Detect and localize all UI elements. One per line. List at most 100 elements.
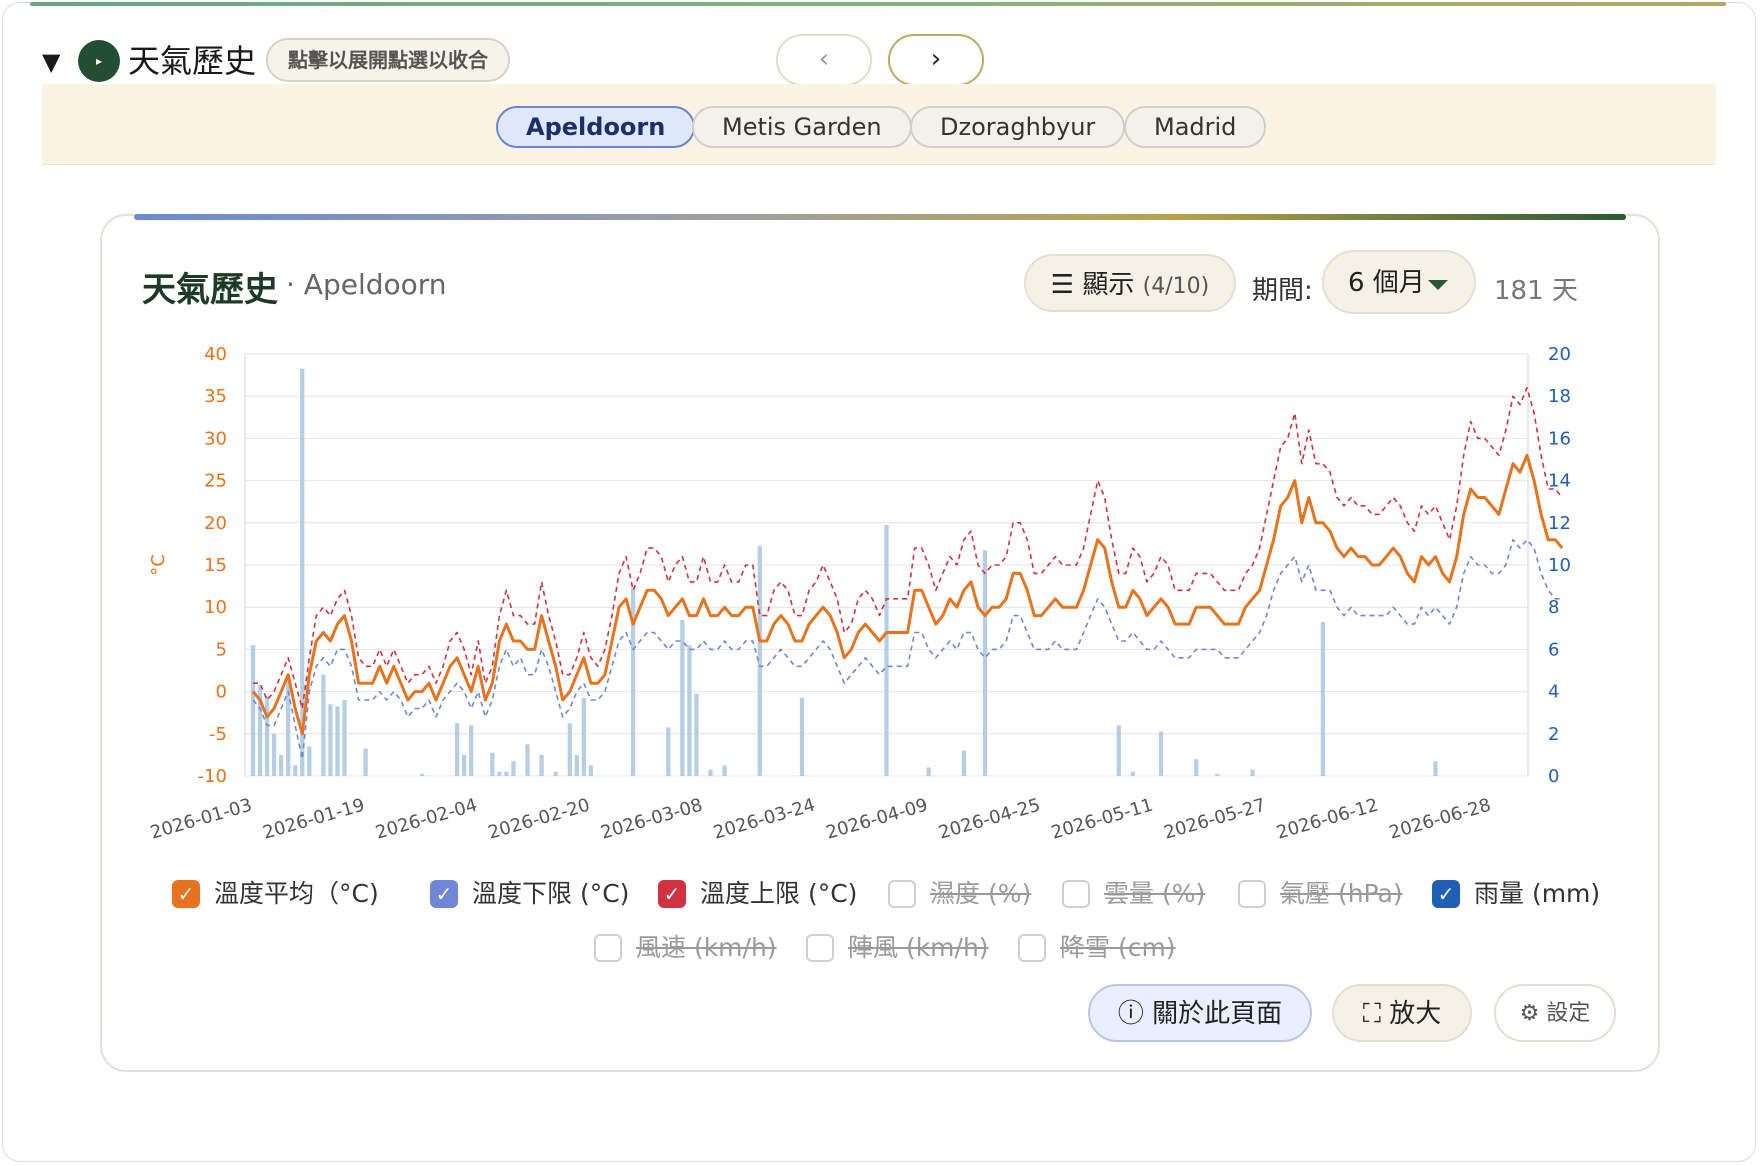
x-tick-label: 2026-05-27 (1162, 795, 1268, 844)
x-tick-label: 2026-04-25 (936, 795, 1042, 844)
rain-bar (982, 550, 988, 776)
legend-row-2: 風速 (km/h) 陣風 (km/h) 降雪 (cm) (594, 928, 1294, 968)
checkbox-temp-max[interactable]: ✓ (658, 880, 686, 908)
left-tick-label: 20 (204, 513, 227, 534)
rain-bar (1194, 759, 1199, 776)
checkbox-wind[interactable] (594, 934, 622, 962)
x-tick-label: 2026-05-11 (1049, 795, 1155, 844)
period-select[interactable]: 6 個月 (1322, 250, 1476, 314)
left-tick-label: 30 (204, 428, 227, 449)
rain-bar (926, 767, 931, 776)
collapse-caret-icon[interactable]: ▼ (42, 48, 60, 76)
rain-bar (279, 754, 284, 776)
x-tick-label: 2026-04-09 (824, 795, 930, 844)
section-header[interactable]: ▼ ▸ 天氣歷史 點擊以展開點選以收合 ‹ › (42, 34, 1722, 90)
rain-bar (553, 771, 558, 776)
rain-bar (490, 752, 495, 776)
period-value: 6 個月 (1348, 268, 1425, 298)
location-tab-madrid[interactable]: Madrid (1124, 106, 1267, 148)
rain-bar (497, 771, 502, 776)
rain-bar (687, 645, 692, 776)
top-accent-strip (30, 2, 1726, 6)
left-axis-title: °C (148, 554, 169, 576)
right-tick-label: 18 (1548, 386, 1570, 407)
rain-bar (363, 748, 368, 776)
prev-button[interactable]: ‹ (776, 34, 872, 86)
left-tick-label: 35 (204, 386, 227, 407)
left-tick-label: 15 (204, 555, 227, 576)
series-line (253, 387, 1563, 710)
legend-label: 陣風 (km/h) (848, 933, 989, 962)
rain-bar (335, 706, 340, 776)
checkbox-temp-min[interactable]: ✓ (430, 880, 458, 908)
rain-bar (1433, 761, 1438, 776)
rain-bar (1158, 731, 1164, 776)
right-tick-label: 6 (1548, 639, 1559, 660)
right-tick-label: 4 (1548, 682, 1559, 703)
checkbox-gust[interactable] (806, 934, 834, 962)
rain-bar (666, 727, 671, 776)
location-tab-bar: Apeldoorn Metis Garden Dzoraghbyur Madri… (42, 84, 1716, 165)
rain-bar (1250, 769, 1255, 776)
rain-bar (567, 723, 572, 776)
rain-bar (419, 773, 425, 776)
checkbox-humidity[interactable] (888, 880, 916, 908)
right-tick-label: 8 (1548, 597, 1559, 618)
legend-label: 降雪 (cm) (1060, 933, 1176, 962)
left-tick-label: 5 (216, 639, 227, 660)
rain-bar (293, 765, 298, 776)
about-page-button[interactable]: ⓘ 關於此頁面 (1088, 984, 1312, 1042)
rain-bar (1320, 621, 1326, 776)
right-tick-label: 10 (1548, 555, 1570, 576)
expand-button[interactable]: ⛶ 放大 (1332, 984, 1472, 1042)
x-tick-label: 2026-02-04 (373, 795, 479, 844)
collapse-hint-pill[interactable]: 點擊以展開點選以收合 (266, 38, 510, 82)
info-icon: ⓘ (1117, 999, 1153, 1029)
x-tick-label: 2026-03-24 (711, 795, 817, 844)
card-title: 天氣歷史 (142, 270, 278, 310)
rain-bar (1116, 725, 1121, 776)
left-tick-label: -10 (198, 766, 227, 787)
left-tick-label: 10 (204, 597, 227, 618)
right-tick-label: 0 (1548, 766, 1559, 787)
checkbox-cloud[interactable] (1062, 880, 1090, 908)
settings-button[interactable]: ⚙ 設定 (1494, 984, 1616, 1042)
location-tab-apeldoorn[interactable]: Apeldoorn (496, 106, 696, 148)
rain-bar (307, 746, 312, 776)
checkbox-pressure[interactable] (1238, 880, 1266, 908)
checkbox-snow[interactable] (1018, 934, 1046, 962)
dropdown-arrow-icon (1428, 280, 1448, 290)
checkbox-temp-avg[interactable]: ✓ (172, 880, 200, 908)
checkbox-rain[interactable]: ✓ (1432, 880, 1460, 908)
legend-label: 溫度上限 (°C) (700, 879, 858, 908)
rain-bar (708, 769, 713, 776)
card-accent-strip (134, 214, 1626, 220)
x-tick-label: 2026-06-12 (1274, 795, 1380, 844)
rain-bar (469, 725, 474, 776)
location-tab-dzoraghbyur[interactable]: Dzoraghbyur (910, 106, 1126, 148)
rain-bar (462, 754, 467, 776)
next-button[interactable]: › (888, 34, 984, 86)
rain-bar (884, 524, 889, 776)
x-tick-label: 2026-02-20 (486, 795, 592, 844)
rain-bar (455, 723, 460, 776)
rain-bar (722, 765, 727, 776)
location-tab-metis-garden[interactable]: Metis Garden (692, 106, 912, 148)
expand-label: 放大 (1389, 999, 1442, 1029)
weather-chart: -10-5051015202530354002468101214161820°C… (148, 344, 1570, 844)
left-tick-label: -5 (209, 724, 227, 745)
rain-bar (539, 754, 544, 776)
series-display-label: ☰ 顯示 (1050, 270, 1135, 300)
rain-bar (511, 761, 516, 776)
period-label: 期間: (1252, 276, 1313, 306)
legend-label: 風速 (km/h) (636, 933, 777, 962)
legend-label: 濕度 (%) (930, 879, 1032, 908)
rain-bar (264, 695, 270, 776)
settings-label: 設定 (1546, 1001, 1591, 1026)
left-tick-label: 25 (204, 471, 227, 492)
x-tick-label: 2026-01-19 (261, 795, 367, 844)
card-location-subtitle: · Apeldoorn (286, 268, 447, 301)
x-tick-label: 2026-03-08 (599, 795, 705, 844)
section-play-icon: ▸ (78, 40, 120, 82)
series-display-button[interactable]: ☰ 顯示 (4/10) (1024, 254, 1236, 312)
